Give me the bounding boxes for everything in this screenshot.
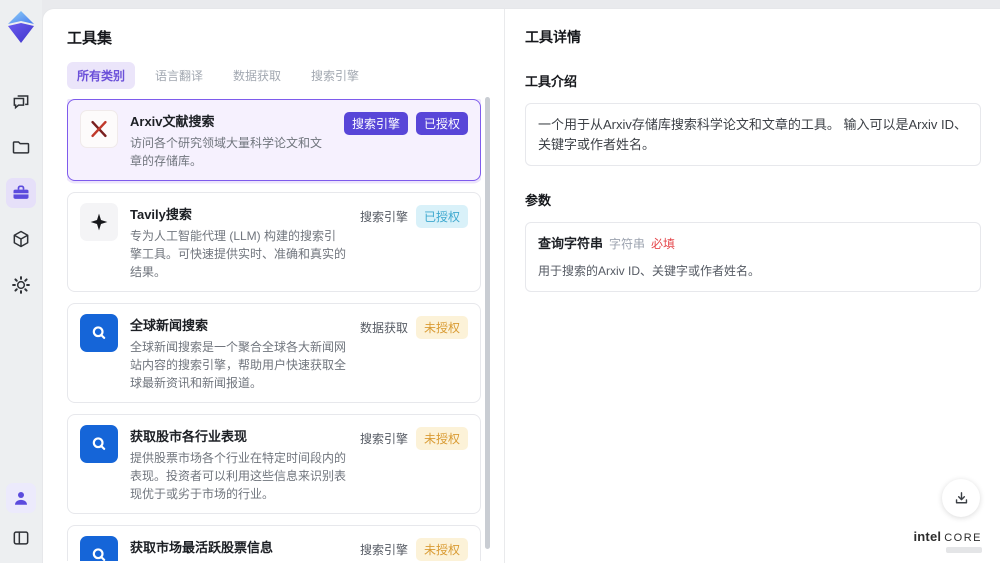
category-badge: 数据获取 (359, 321, 408, 335)
details-title: 工具详情 (525, 29, 581, 45)
folder-icon (12, 141, 30, 154)
user-icon (15, 492, 27, 505)
tool-name: Arxiv文献搜索 (130, 114, 215, 129)
tool-card[interactable]: Arxiv文献搜索 访问各个研究领域大量科学论文和文章的存储库。 搜索引擎 已授… (67, 99, 481, 181)
intel-logo-text: intel (913, 529, 942, 544)
arxiv-icon (80, 110, 118, 148)
tavily-icon (80, 203, 118, 241)
panel-icon (13, 531, 29, 545)
auth-status-badge: 未授权 (415, 538, 468, 561)
app-logo-icon (8, 11, 34, 43)
tool-description: 提供当天交易量最高的股票列表。投资者可以利用这些信息来识别流动性强的股票和潜在的… (130, 560, 348, 561)
tool-name: 获取市场最活跃股票信息 (130, 540, 274, 555)
nav-files[interactable] (6, 132, 36, 162)
sidebar-toggle[interactable] (6, 523, 36, 553)
category-badge: 搜索引擎 (359, 210, 408, 224)
tool-description: 访问各个研究领域大量科学论文和文章的存储库。 (130, 136, 323, 168)
tool-name: 全球新闻搜索 (130, 318, 209, 333)
tool-description: 专为人工智能代理 (LLM) 构建的搜索引擎工具。可快速提供实时、准确和真实的结… (130, 229, 347, 279)
briefcase-icon (13, 185, 29, 199)
news-search-icon (80, 314, 118, 352)
main-surface: 工具集 所有类别 语言翻译 数据获取 搜索引擎 Arxiv文献搜索 访问各个研究领域大… (42, 8, 1000, 563)
tab-3[interactable]: 搜索引擎 (301, 62, 369, 89)
page-title: 工具集 (67, 30, 113, 47)
list-scrollbar[interactable] (485, 97, 490, 549)
tab-1[interactable]: 语言翻译 (145, 62, 213, 89)
auth-status-badge: 已授权 (415, 205, 468, 228)
params-section-title: 参数 (525, 193, 552, 208)
auth-status-badge: 未授权 (415, 427, 468, 450)
nav-tools[interactable] (6, 178, 36, 208)
category-badge: 搜索引擎 (343, 112, 408, 135)
tool-card[interactable]: 获取市场最活跃股票信息 提供当天交易量最高的股票列表。投资者可以利用这些信息来识… (67, 525, 481, 561)
user-avatar[interactable] (6, 483, 36, 513)
tool-card[interactable]: 获取股市各行业表现 提供股票市场各个行业在特定时间段内的表现。投资者可以利用这些… (67, 414, 481, 514)
nav-models[interactable] (6, 224, 36, 254)
download-button[interactable] (942, 479, 980, 517)
intro-box: 一个用于从Arxiv存储库搜索科学论文和文章的工具。 输入可以是Arxiv ID… (525, 103, 981, 166)
intel-core-logo: intel CORE (913, 529, 982, 553)
param-box: 查询字符串 字符串 必填 用于搜索的Arxiv ID、关键字或作者姓名。 (525, 222, 981, 292)
param-description: 用于搜索的Arxiv ID、关键字或作者姓名。 (538, 263, 761, 278)
tool-description: 提供股票市场各个行业在特定时间段内的表现。投资者可以利用这些信息来识别表现优于或… (130, 451, 347, 501)
tool-list-panel: 工具集 所有类别 语言翻译 数据获取 搜索引擎 Arxiv文献搜索 访问各个研究领域大… (43, 9, 504, 563)
category-badge: 搜索引擎 (359, 432, 408, 446)
download-icon (955, 491, 967, 503)
stock-search-icon (80, 536, 118, 561)
cube-icon (13, 230, 29, 248)
tool-details-panel: 工具详情 工具介绍 一个用于从Arxiv存储库搜索科学论文和文章的工具。 输入可… (504, 9, 1000, 563)
app-window: 工具集 所有类别 语言翻译 数据获取 搜索引擎 Arxiv文献搜索 访问各个研究领域大… (0, 0, 1000, 563)
param-name: 查询字符串 (538, 236, 604, 251)
param-type: 字符串 (609, 237, 646, 251)
tool-name: 获取股市各行业表现 (130, 429, 248, 444)
core-logo-text: CORE (944, 532, 982, 544)
nav-chat[interactable] (6, 86, 36, 116)
tab-2[interactable]: 数据获取 (223, 62, 291, 89)
tool-card[interactable]: Tavily搜索 专为人工智能代理 (LLM) 构建的搜索引擎工具。可快速提供实… (67, 192, 481, 292)
chat-icon (13, 95, 29, 110)
tool-card[interactable]: 全球新闻搜索 全球新闻搜索是一个聚合全球各大新闻网站内容的搜索引擎，帮助用户快速… (67, 303, 481, 403)
intro-section-title: 工具介绍 (525, 74, 578, 89)
nav-settings[interactable] (6, 270, 36, 300)
param-required-flag: 必填 (651, 237, 676, 251)
auth-status-badge: 未授权 (415, 316, 468, 339)
tool-description: 全球新闻搜索是一个聚合全球各大新闻网站内容的搜索引擎，帮助用户快速获取全球最新资… (130, 340, 347, 390)
stock-search-icon (80, 425, 118, 463)
nav-rail (0, 0, 42, 563)
tab-0[interactable]: 所有类别 (67, 62, 136, 89)
category-tabs: 所有类别 语言翻译 数据获取 搜索引擎 (67, 62, 504, 89)
category-badge: 搜索引擎 (359, 543, 408, 557)
auth-status-badge: 已授权 (415, 112, 468, 135)
tool-name: Tavily搜索 (130, 207, 192, 222)
intel-logo-badge (946, 547, 982, 553)
tool-list: Arxiv文献搜索 访问各个研究领域大量科学论文和文章的存储库。 搜索引擎 已授… (67, 99, 481, 561)
gear-icon (12, 276, 30, 294)
params-list: 查询字符串 字符串 必填 用于搜索的Arxiv ID、关键字或作者姓名。 (525, 222, 981, 292)
